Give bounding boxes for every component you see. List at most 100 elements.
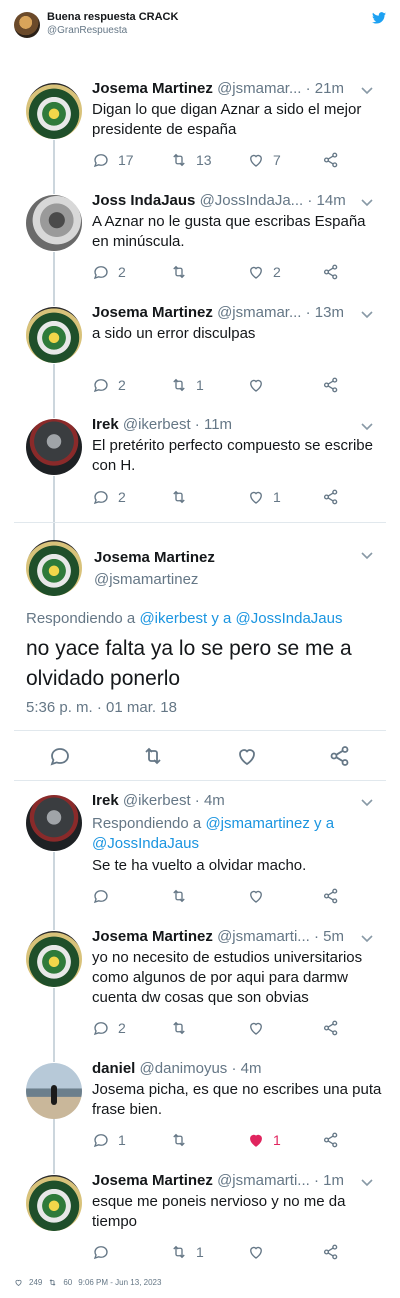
reply-button[interactable]: 2 xyxy=(92,375,126,395)
like-button[interactable] xyxy=(247,886,273,906)
author-name[interactable]: Irek xyxy=(92,792,119,809)
share-button[interactable] xyxy=(322,1018,340,1038)
retweet-button[interactable]: 13 xyxy=(170,150,212,170)
tweet-time[interactable]: · 21m xyxy=(306,80,344,97)
account-avatar[interactable] xyxy=(14,12,40,38)
replying-and[interactable]: y a xyxy=(314,815,334,832)
tweet-actions xyxy=(92,886,352,906)
retweet-icon xyxy=(173,378,185,392)
retweet-button[interactable] xyxy=(170,1130,196,1150)
reply-button[interactable]: 2 xyxy=(92,262,126,282)
author-handle[interactable]: @jsmamarti... xyxy=(217,928,310,945)
share-button[interactable] xyxy=(322,886,340,906)
like-button[interactable]: 7 xyxy=(247,150,281,170)
like-button[interactable] xyxy=(247,1242,273,1262)
retweet-icon[interactable] xyxy=(48,1278,57,1287)
avatar[interactable] xyxy=(26,307,82,363)
avatar[interactable] xyxy=(26,419,82,475)
footer-timestamp[interactable]: 9:06 PM - Jun 13, 2023 xyxy=(78,1278,161,1287)
share-button[interactable] xyxy=(322,375,340,395)
reply-button[interactable]: 2 xyxy=(92,1018,126,1038)
retweet-button[interactable] xyxy=(170,487,196,507)
avatar[interactable] xyxy=(26,83,82,139)
chevron-down-icon[interactable] xyxy=(361,1179,373,1187)
chevron-down-icon[interactable] xyxy=(361,423,373,431)
author-name[interactable]: Irek xyxy=(92,416,119,433)
author-name[interactable]: Joss IndaJaus xyxy=(92,192,195,209)
author-handle[interactable]: @ikerbest xyxy=(123,792,191,809)
author-name[interactable]: Josema Martinez xyxy=(92,304,213,321)
retweet-icon[interactable] xyxy=(141,744,165,768)
heart-icon[interactable] xyxy=(14,1278,23,1287)
mention-link[interactable]: @ikerbest xyxy=(139,610,207,627)
author-name[interactable]: Josema Martinez xyxy=(92,80,213,97)
share-button[interactable] xyxy=(322,487,340,507)
share-button[interactable] xyxy=(322,1242,340,1262)
like-button[interactable]: 1 xyxy=(247,487,281,507)
tweet-time[interactable]: · 5m xyxy=(314,928,344,945)
mention-link[interactable]: @JossIndaJaus xyxy=(236,610,343,627)
share-button[interactable] xyxy=(322,262,340,282)
thread-line xyxy=(53,364,55,418)
author-handle[interactable]: @JossIndaJa... xyxy=(200,192,304,209)
reply-icon[interactable] xyxy=(48,744,72,768)
author-handle[interactable]: @jsmamar... xyxy=(217,304,301,321)
chevron-down-icon[interactable] xyxy=(361,87,373,95)
author-handle[interactable]: @danimoyus xyxy=(140,1060,228,1077)
share-button[interactable] xyxy=(322,1130,340,1150)
mention-link[interactable]: @jsmamartinez xyxy=(205,815,309,832)
reply-button[interactable]: 2 xyxy=(92,487,126,507)
retweet-button[interactable]: 1 xyxy=(170,1242,204,1262)
retweet-button[interactable] xyxy=(170,1018,196,1038)
reply-button[interactable] xyxy=(92,1242,118,1262)
chevron-down-icon[interactable] xyxy=(361,552,373,560)
tweet-header: Joss IndaJaus @JossIndaJa... · 14m xyxy=(92,192,346,209)
author-handle[interactable]: @ikerbest xyxy=(123,416,191,433)
avatar[interactable] xyxy=(26,195,82,251)
avatar[interactable] xyxy=(26,1063,82,1119)
chevron-down-icon[interactable] xyxy=(361,311,373,319)
author-name[interactable]: Josema Martinez xyxy=(92,1172,213,1189)
like-button[interactable]: 2 xyxy=(247,262,281,282)
replying-and[interactable]: y a xyxy=(211,610,231,627)
main-timestamp[interactable]: 5:36 p. m. · 01 mar. 18 xyxy=(26,699,177,716)
reply-button[interactable] xyxy=(92,886,118,906)
like-button[interactable] xyxy=(247,1018,273,1038)
account-name[interactable]: Buena respuesta CRACK xyxy=(47,11,178,23)
reply-button[interactable]: 1 xyxy=(92,1130,126,1150)
divider xyxy=(14,780,386,781)
main-author-handle[interactable]: @jsmamartinez xyxy=(94,571,198,588)
retweet-button[interactable]: 1 xyxy=(170,375,204,395)
chevron-down-icon[interactable] xyxy=(361,935,373,943)
twitter-bird-icon[interactable] xyxy=(372,12,386,24)
like-button[interactable] xyxy=(247,375,273,395)
avatar[interactable] xyxy=(26,795,82,851)
tweet-time[interactable]: · 13m xyxy=(306,304,344,321)
author-handle[interactable]: @jsmamar... xyxy=(217,80,301,97)
author-name[interactable]: Josema Martinez xyxy=(92,928,213,945)
main-avatar[interactable] xyxy=(26,540,82,596)
mention-link[interactable]: @JossIndaJaus xyxy=(92,835,199,852)
chevron-down-icon[interactable] xyxy=(361,199,373,207)
retweet-icon xyxy=(173,490,185,504)
avatar[interactable] xyxy=(26,931,82,987)
retweet-button[interactable] xyxy=(170,886,196,906)
avatar[interactable] xyxy=(26,1175,82,1231)
tweet-time[interactable]: · 1m xyxy=(314,1172,344,1189)
author-handle[interactable]: @jsmamarti... xyxy=(217,1172,310,1189)
retweet-count: 13 xyxy=(196,152,212,168)
tweet-time[interactable]: · 4m xyxy=(195,792,225,809)
share-button[interactable] xyxy=(322,150,340,170)
share-icon[interactable] xyxy=(328,744,352,768)
chevron-down-icon[interactable] xyxy=(361,799,373,807)
reply-button[interactable]: 17 xyxy=(92,150,134,170)
tweet-time[interactable]: · 14m xyxy=(307,192,345,209)
account-handle[interactable]: @GranRespuesta xyxy=(47,25,127,36)
main-author-name[interactable]: Josema Martinez xyxy=(94,549,215,566)
author-name[interactable]: daniel xyxy=(92,1060,135,1077)
tweet-time[interactable]: · 11m xyxy=(195,416,232,433)
like-button[interactable]: 1 xyxy=(247,1130,281,1150)
retweet-button[interactable] xyxy=(170,262,196,282)
tweet-time[interactable]: · 4m xyxy=(231,1060,261,1077)
heart-icon[interactable] xyxy=(235,744,259,768)
